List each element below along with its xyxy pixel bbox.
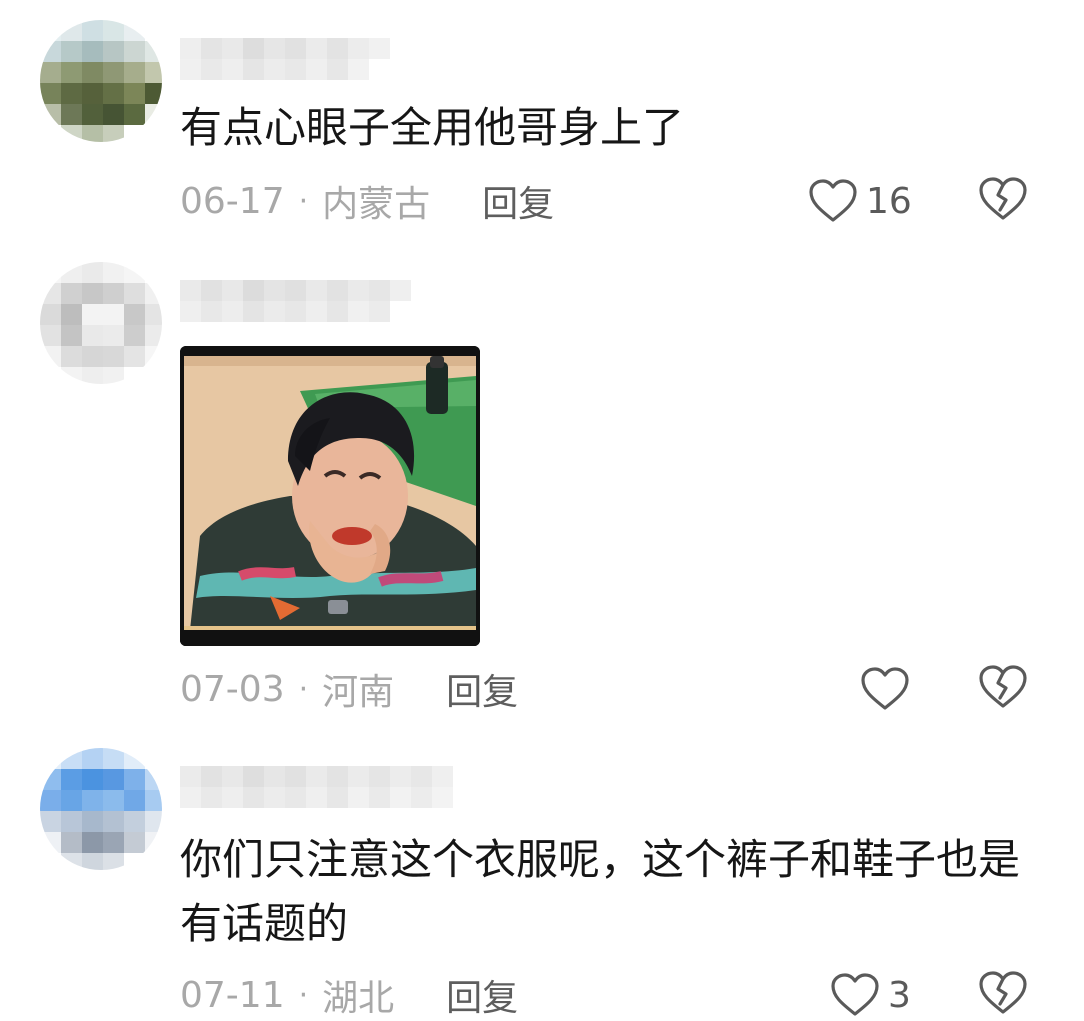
broken-heart-icon[interactable] [978,176,1030,226]
comment-location: 内蒙古 [322,184,431,225]
meta-separator: · [298,671,309,707]
like-count: 16 [866,180,912,222]
comment-item: 你们只注意这个衣服呢，这个裤子和鞋子也是有话题的 07-11 · 湖北 回复 3 [0,730,1084,1021]
broken-heart-icon[interactable] [978,970,1030,1020]
reply-button[interactable]: 回复 [446,663,518,715]
avatar[interactable] [40,20,162,142]
meta-separator: · [298,977,309,1013]
photo-sticker [180,346,480,646]
comment-text: 你们只注意这个衣服呢，这个裤子和鞋子也是有话题的 [180,835,1021,948]
comment-image[interactable] [180,346,480,646]
heart-outline-icon [830,972,880,1018]
avatar[interactable] [40,748,162,870]
comment-item: 07-03 · 河南 回复 [0,240,1084,720]
broken-heart-icon[interactable] [978,664,1030,714]
username-blurred[interactable] [180,38,390,80]
comment-date: 06-17 [180,180,285,222]
comment-meta: 06-17 · 内蒙古 回复 [180,176,554,226]
username-blurred[interactable] [180,766,470,808]
avatar[interactable] [40,262,162,384]
like-button[interactable]: 16 [808,176,912,226]
heart-outline-icon [808,178,858,224]
comment-meta: 07-03 · 河南 回复 [180,664,518,714]
comment-location: 湖北 [322,978,395,1019]
meta-separator: · [298,183,309,219]
comment-meta: 07-11 · 湖北 回复 [180,970,518,1020]
reply-button[interactable]: 回复 [482,175,554,227]
comment-item: 有点心眼子全用他哥身上了 06-17 · 内蒙古 回复 16 [0,0,1084,240]
comment-date: 07-03 [180,668,285,710]
like-button[interactable] [860,664,918,714]
comment-location: 河南 [322,672,395,713]
comment-date: 07-11 [180,974,285,1016]
username-blurred[interactable] [180,280,411,322]
comment-text: 有点心眼子全用他哥身上了 [180,103,685,152]
heart-outline-icon [860,666,910,712]
like-count: 3 [888,974,911,1016]
reply-button[interactable]: 回复 [446,969,518,1021]
like-button[interactable]: 3 [830,970,911,1020]
